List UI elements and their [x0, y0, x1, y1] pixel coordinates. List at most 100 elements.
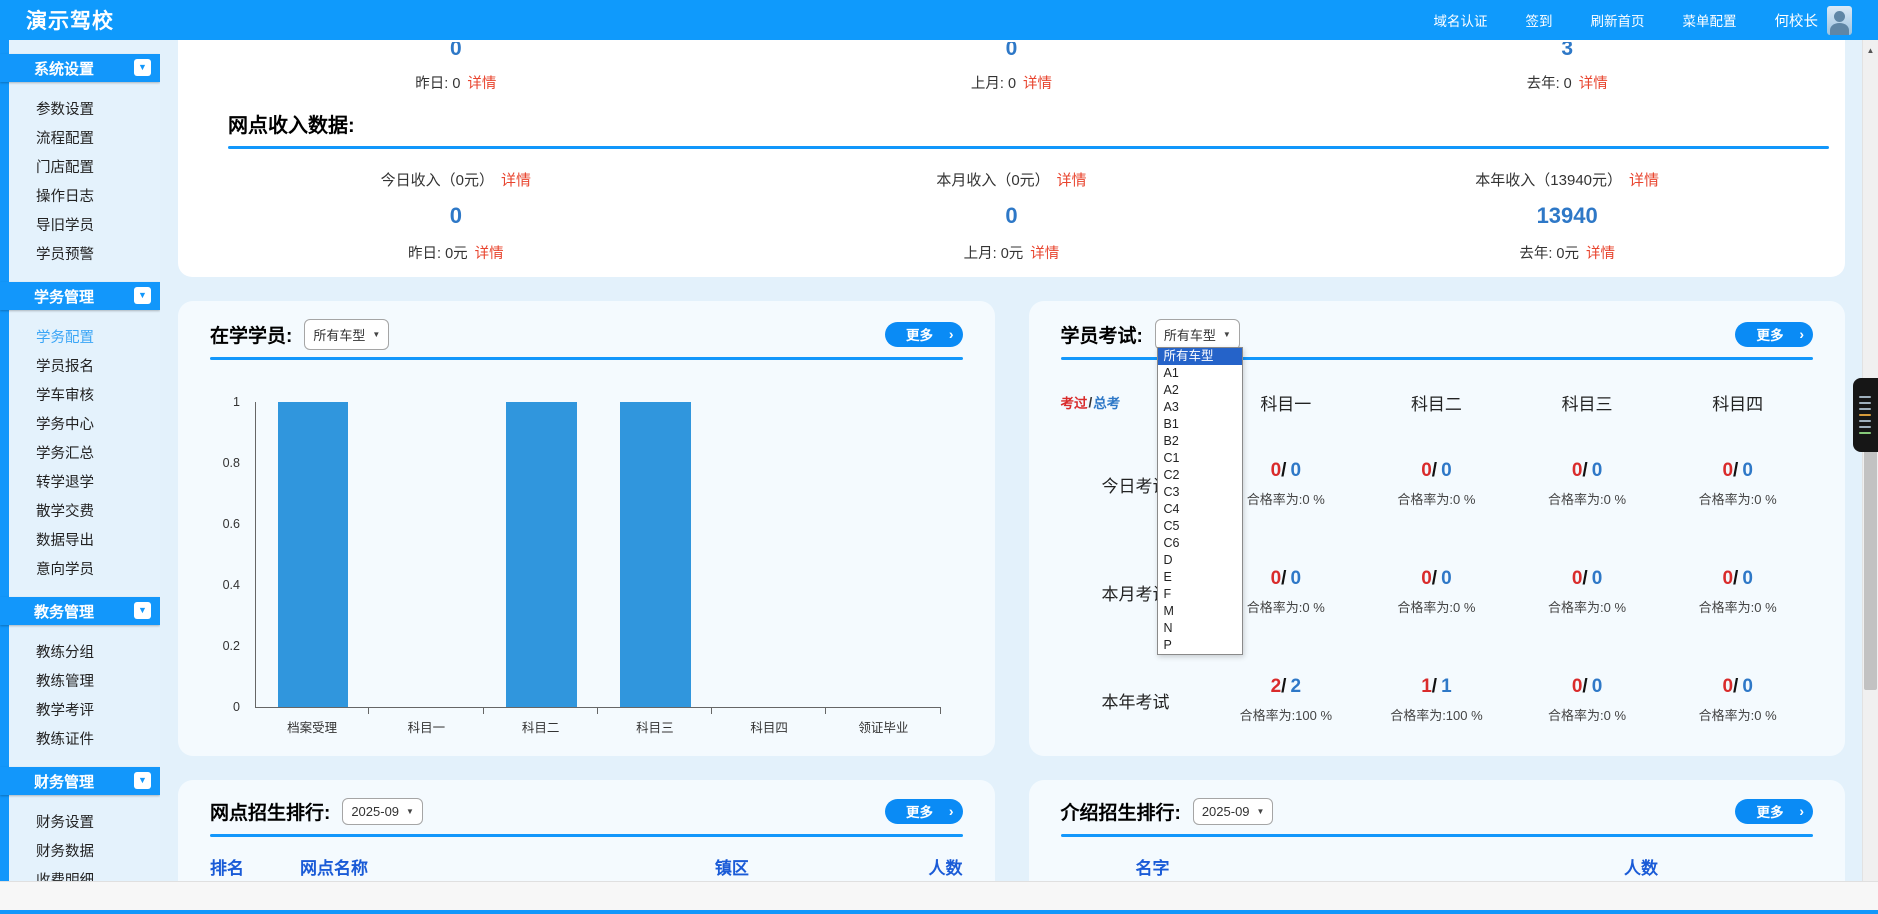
sidebar-item[interactable]: 教练证件: [0, 726, 160, 755]
sidebar-item[interactable]: 学员预警: [0, 241, 160, 270]
dropdown-option[interactable]: C5: [1158, 518, 1242, 535]
sidebar-item[interactable]: 操作日志: [0, 183, 160, 212]
detail-link[interactable]: 详情: [1030, 246, 1059, 262]
sidebar-item[interactable]: 散学交费: [0, 498, 160, 527]
pass-rate: 合格率为:0 %: [1247, 489, 1325, 508]
chart-slot: [484, 402, 598, 707]
more-button[interactable]: 更多 ›: [885, 799, 963, 824]
sidebar-item[interactable]: 教练分组: [0, 639, 160, 668]
detail-link[interactable]: 详情: [1579, 76, 1608, 92]
sidebar-section-header[interactable]: 系统设置▼: [0, 54, 160, 82]
dropdown-option[interactable]: B2: [1158, 433, 1242, 450]
sidebar-item[interactable]: 流程配置: [0, 125, 160, 154]
header-nav-item[interactable]: 签到: [1526, 10, 1553, 30]
dropdown-option[interactable]: A2: [1158, 382, 1242, 399]
income-summary: 去年: 0元: [1519, 246, 1579, 262]
vertical-scrollbar[interactable]: ▲: [1862, 40, 1878, 882]
detail-link[interactable]: 详情: [1023, 76, 1052, 92]
dropdown-option[interactable]: P: [1158, 637, 1242, 654]
dropdown-option[interactable]: C1: [1158, 450, 1242, 467]
sidebar-item[interactable]: 参数设置: [0, 96, 160, 125]
detail-link[interactable]: 详情: [467, 76, 496, 92]
exam-cell: 0/0合格率为:0 %: [1512, 430, 1663, 538]
sidebar-item[interactable]: 财务设置: [0, 809, 160, 838]
header-nav-item[interactable]: 域名认证: [1434, 10, 1488, 30]
sidebar-item[interactable]: 学车审核: [0, 382, 160, 411]
chevron-right-icon: ›: [1799, 803, 1804, 819]
dropdown-option[interactable]: C3: [1158, 484, 1242, 501]
sidebar-item[interactable]: 财务数据: [0, 838, 160, 867]
dropdown-option[interactable]: C2: [1158, 467, 1242, 484]
income-column: 今日收入（0元）详情0昨日: 0元详情: [178, 169, 734, 263]
card-divider: [1061, 834, 1814, 837]
detail-link[interactable]: 详情: [475, 246, 504, 262]
income-section: 网点收入数据: 今日收入（0元）详情0昨日: 0元详情本月收入（0元）详情0上月…: [178, 109, 1845, 263]
dropdown-option[interactable]: F: [1158, 586, 1242, 603]
dropdown-option[interactable]: 所有车型: [1158, 348, 1242, 365]
vehicle-type-select[interactable]: 所有车型 ▼: [1155, 319, 1240, 350]
x-tick: [712, 708, 826, 714]
sidebar-item[interactable]: 门店配置: [0, 154, 160, 183]
chart-x-axis: 档案受理科目一科目二科目三科目四领证毕业: [255, 717, 941, 736]
dropdown-option[interactable]: C6: [1158, 535, 1242, 552]
footer-band: [0, 881, 1878, 910]
dropdown-option[interactable]: C4: [1158, 501, 1242, 518]
user-menu[interactable]: 何校长: [1775, 6, 1853, 35]
exam-card-title: 学员考试:: [1061, 321, 1143, 348]
detail-link[interactable]: 详情: [501, 172, 531, 189]
more-button[interactable]: 更多 ›: [1735, 799, 1813, 824]
sidebar-section-header[interactable]: 教务管理▼: [0, 597, 160, 625]
exam-cell: 0/0合格率为:0 %: [1662, 538, 1813, 646]
month-select[interactable]: 2025-09 ▼: [342, 798, 423, 825]
sidebar-item[interactable]: 学务汇总: [0, 440, 160, 469]
dropdown-option[interactable]: E: [1158, 569, 1242, 586]
sidebar-section-header[interactable]: 学务管理▼: [0, 282, 160, 310]
dropdown-option[interactable]: A3: [1158, 399, 1242, 416]
dropdown-option[interactable]: D: [1158, 552, 1242, 569]
sidebar-section-header[interactable]: 财务管理▼: [0, 767, 160, 795]
header-nav-item[interactable]: 菜单配置: [1683, 10, 1737, 30]
chevron-down-icon[interactable]: ▼: [134, 59, 151, 76]
more-button[interactable]: 更多 ›: [1735, 322, 1813, 347]
dropdown-option[interactable]: B1: [1158, 416, 1242, 433]
sidebar-item[interactable]: 学务配置: [0, 324, 160, 353]
sidebar-item[interactable]: 导旧学员: [0, 212, 160, 241]
sidebar-item[interactable]: 转学退学: [0, 469, 160, 498]
more-button[interactable]: 更多 ›: [885, 322, 963, 347]
vehicle-type-select[interactable]: 所有车型 ▼: [304, 319, 389, 350]
chart-bar[interactable]: [506, 402, 577, 707]
dropdown-option[interactable]: N: [1158, 620, 1242, 637]
sidebar-item[interactable]: 意向学员: [0, 556, 160, 585]
detail-link[interactable]: 详情: [1586, 246, 1615, 262]
chart-bar[interactable]: [620, 402, 691, 707]
dropdown-option[interactable]: A1: [1158, 365, 1242, 382]
detail-link[interactable]: 详情: [1629, 172, 1659, 189]
month-select[interactable]: 2025-09 ▼: [1193, 798, 1274, 825]
detail-link[interactable]: 详情: [1057, 172, 1087, 189]
income-value: 13940: [1289, 203, 1845, 229]
sidebar-item[interactable]: 教练管理: [0, 668, 160, 697]
chevron-down-icon[interactable]: ▼: [134, 772, 151, 789]
scrollbar-up-icon[interactable]: ▲: [1863, 46, 1878, 55]
section-divider: [228, 146, 1829, 149]
sidebar-item[interactable]: 教学考评: [0, 697, 160, 726]
students-card-title: 在学学员:: [210, 321, 292, 348]
chart-bar[interactable]: [278, 402, 349, 707]
referral-ranking-title: 介绍招生排行:: [1061, 798, 1181, 825]
chart-slot: [256, 402, 370, 707]
income-label: 本月收入（0元）: [936, 172, 1049, 189]
dropdown-option[interactable]: M: [1158, 603, 1242, 620]
sidebar-item[interactable]: 学员报名: [0, 353, 160, 382]
widget-line: [1859, 432, 1871, 434]
chevron-right-icon: ›: [1799, 326, 1804, 342]
floating-side-widget[interactable]: [1853, 378, 1878, 452]
chevron-down-icon[interactable]: ▼: [134, 287, 151, 304]
sidebar-item[interactable]: 学务中心: [0, 411, 160, 440]
site-ranking-title: 网点招生排行:: [210, 798, 330, 825]
chevron-down-icon[interactable]: ▼: [134, 602, 151, 619]
students-bar-chart: 00.20.40.60.81 档案受理科目一科目二科目三科目四领证毕业: [210, 402, 963, 752]
x-axis-label: 科目一: [369, 717, 483, 736]
sidebar-item[interactable]: 数据导出: [0, 527, 160, 556]
x-axis-label: 科目四: [712, 717, 826, 736]
header-nav-item[interactable]: 刷新首页: [1591, 10, 1645, 30]
